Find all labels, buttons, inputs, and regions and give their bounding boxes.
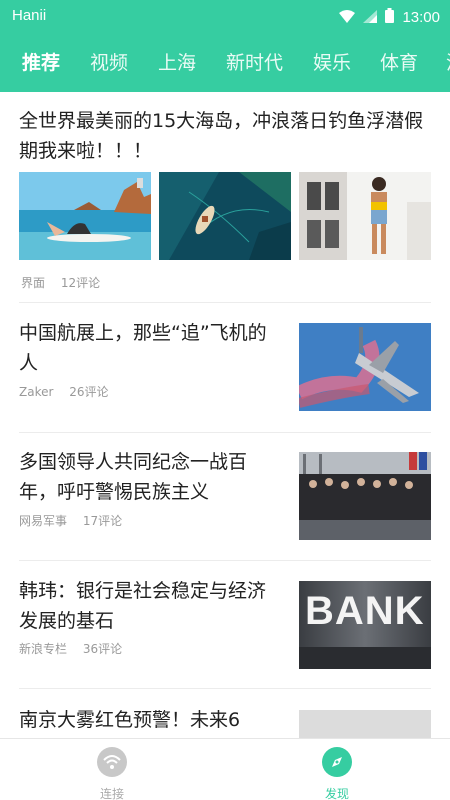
news-title: 全世界最美丽的15大海岛，冲浪落日钓鱼浮潜假期我来啦！！！ [19,110,424,162]
nav-discover-label: 发现 [324,787,349,800]
tab-recommended[interactable]: 推荐 [22,48,60,75]
comment-count: 26评论 [69,385,109,399]
comment-count: 36评论 [82,642,123,656]
clock: 13:00 [402,8,440,26]
news-item[interactable]: 韩玮：银行是社会稳定与经济发展的基石 [19,576,271,636]
tab-shanghai[interactable]: 上海 [158,48,196,75]
battery-icon [385,7,395,27]
tab-partial[interactable]: 消 [446,48,450,75]
tab-new-era[interactable]: 新时代 [226,48,283,75]
nav-connect-label: 连接 [99,787,124,800]
news-source: 网易军事 [19,514,68,528]
divider [19,432,431,433]
bank-sign-text: BANK [305,589,425,633]
comment-count: 17评论 [82,514,123,528]
compass-icon [322,747,352,777]
news-item[interactable]: 南京大雾红色预警！未来6 [19,705,271,735]
divider [19,302,431,303]
wifi-signal-icon [339,8,356,27]
news-item[interactable]: 多国领导人共同纪念一战百年，呼吁警惕民族主义 [19,447,271,507]
carrier-name: Hanii [12,7,47,24]
boat-aerial-photo [159,172,291,260]
news-meta: 新浪专栏 36评论 [19,640,122,657]
news-meta: 界面 12评论 [21,274,100,291]
bottom-navigation: 连接 发现 [0,738,450,800]
category-tab-bar: 推荐 视频 上海 新时代 娱乐 体育 消 [0,34,450,92]
divider [19,560,431,561]
news-meta: 网易军事 17评论 [19,512,122,529]
cell-signal-icon [363,8,378,27]
news-title: 韩玮：银行是社会稳定与经济发展的基石 [19,580,267,632]
tab-entertainment[interactable]: 娱乐 [313,48,351,75]
news-source: 界面 [21,276,46,290]
status-bar: Hanii 13:00 [0,0,450,34]
news-title: 多国领导人共同纪念一战百年，呼吁警惕民族主义 [19,451,248,503]
news-source: 新浪专栏 [19,642,68,656]
nav-connect[interactable]: 连接 [72,747,152,800]
news-title: 中国航展上，那些“追”飞机的人 [19,322,267,374]
news-title: 南京大雾红色预警！未来6 [19,709,241,731]
wifi-icon [97,747,127,777]
tab-video[interactable]: 视频 [90,48,128,75]
fog-photo [299,710,431,738]
fashion-street-photo [299,172,431,260]
news-meta: Zaker 26评论 [19,383,109,400]
beach-surf-photo [19,172,151,260]
nav-discover[interactable]: 发现 [297,747,377,800]
divider [19,688,431,689]
news-source: Zaker [19,385,54,399]
news-item[interactable]: 全世界最美丽的15大海岛，冲浪落日钓鱼浮潜假期我来啦！！！ [19,106,431,166]
tab-sports[interactable]: 体育 [380,48,418,75]
airshow-jet-photo [299,323,431,411]
comment-count: 12评论 [60,276,101,290]
status-icons: 13:00 [339,6,440,28]
leaders-ceremony-photo [299,452,431,540]
news-feed[interactable]: 全世界最美丽的15大海岛，冲浪落日钓鱼浮潜假期我来啦！！！ 界面 12评论 中国… [0,92,450,738]
bank-sign-photo: BANK [299,581,431,669]
news-item[interactable]: 中国航展上，那些“追”飞机的人 [19,318,271,378]
